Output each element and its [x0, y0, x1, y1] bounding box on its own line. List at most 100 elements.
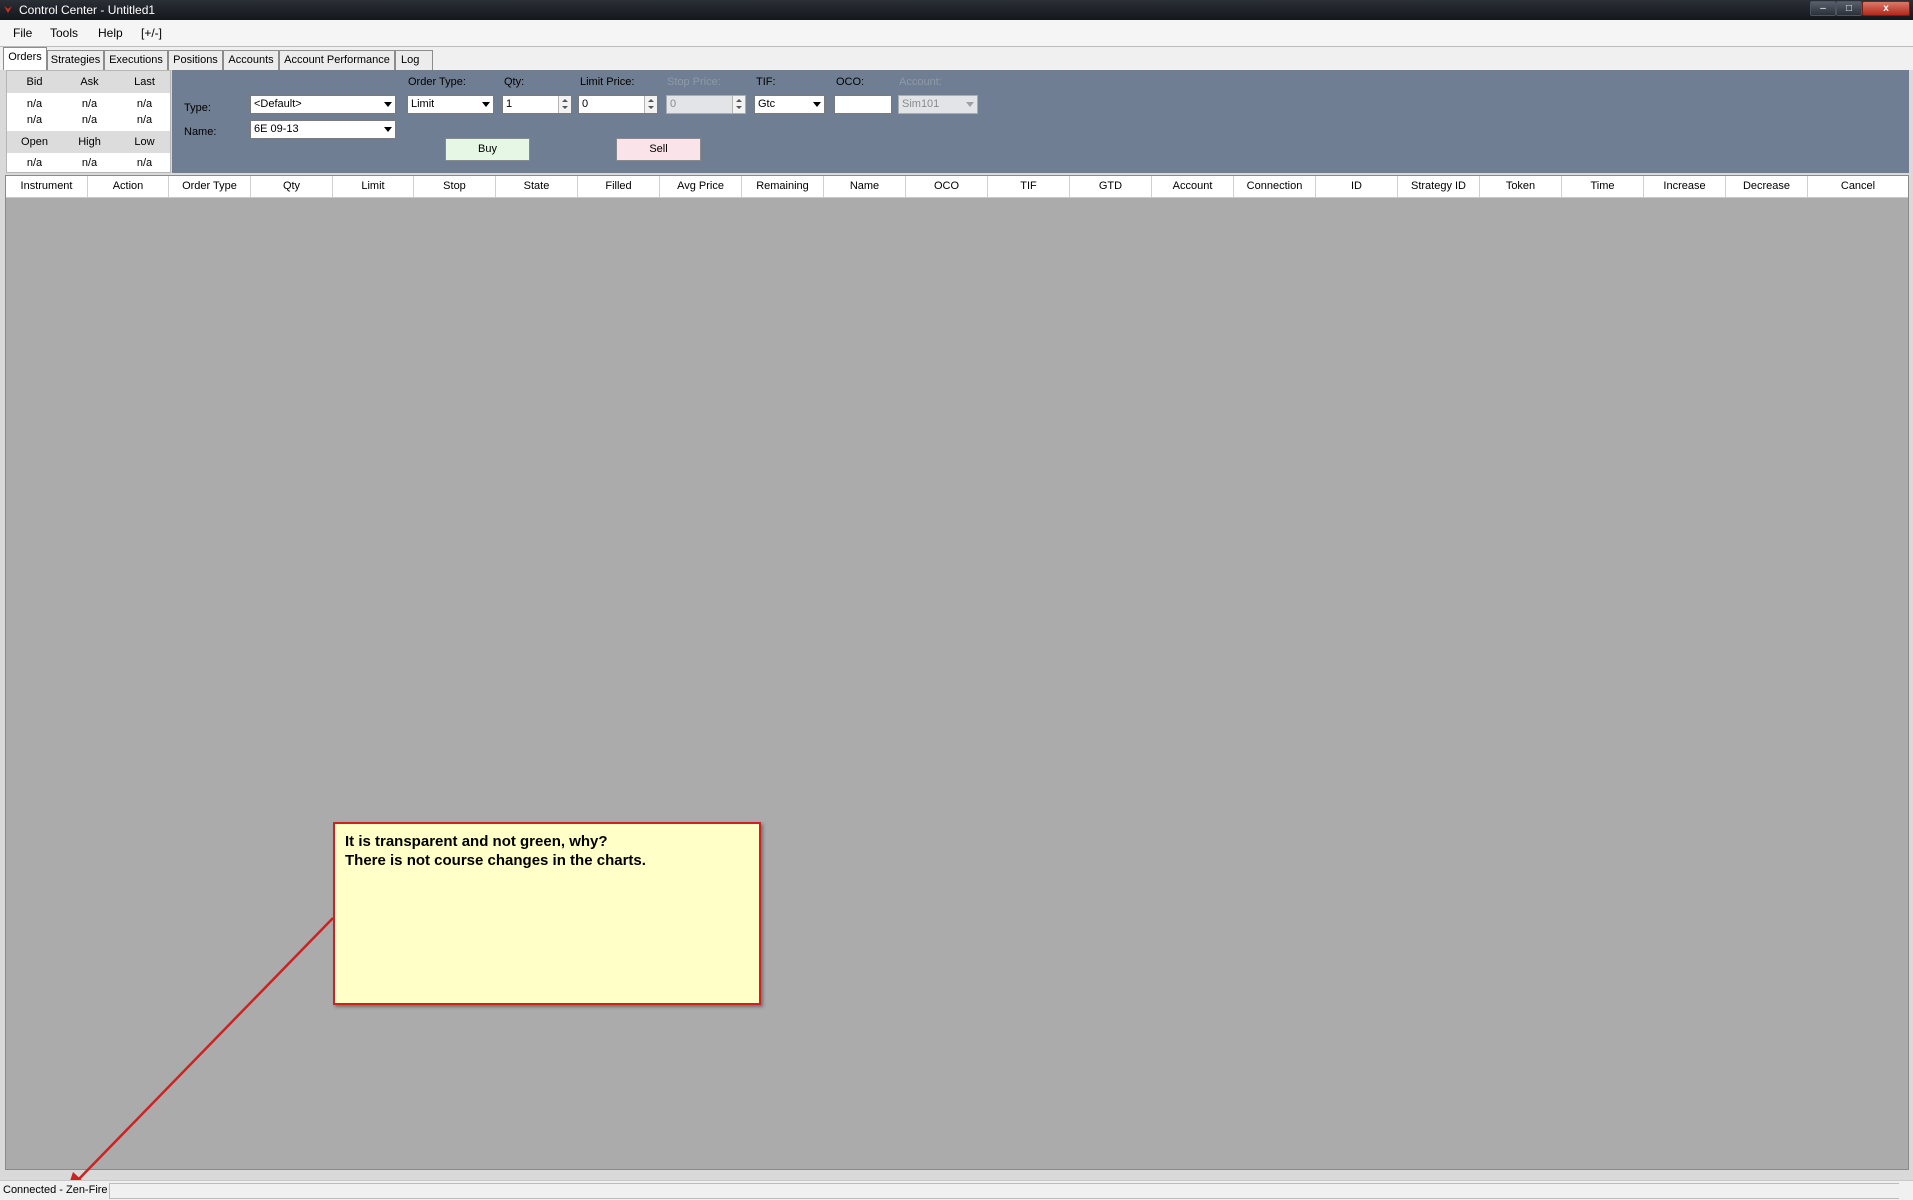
stop-price-stepper: 0	[666, 95, 746, 114]
type-select[interactable]: <Default>	[250, 95, 396, 114]
column-header-stop[interactable]: Stop	[414, 176, 496, 197]
tab-log[interactable]: Log	[395, 50, 433, 70]
chevron-down-icon	[384, 102, 392, 107]
title-bar: Control Center - Untitled1 – □ x	[0, 0, 1913, 20]
stop-price-spin-buttons	[732, 96, 745, 113]
limit-price-value: 0	[582, 98, 589, 110]
oco-input[interactable]	[834, 95, 892, 114]
account-select: Sim101	[898, 95, 978, 114]
type-select-value: <Default>	[254, 98, 302, 110]
column-header-cancel[interactable]: Cancel	[1808, 176, 1908, 197]
chevron-down-icon	[384, 127, 392, 132]
annotation-line-1: It is transparent and not green, why?	[345, 833, 608, 850]
menu-toggle[interactable]: [+/-]	[141, 26, 162, 40]
close-button[interactable]: x	[1862, 1, 1910, 16]
order-type-select[interactable]: Limit	[407, 95, 494, 114]
column-header-qty[interactable]: Qty	[251, 176, 333, 197]
name-label: Name:	[184, 126, 217, 138]
order-entry-panel: Type: <Default> Name: 6E 09-13 Order Typ…	[172, 70, 1909, 173]
menu-help[interactable]: Help	[98, 26, 123, 40]
app-logo-icon	[4, 6, 12, 13]
annotation-callout: It is transparent and not green, why? Th…	[333, 822, 761, 1005]
tab-account-performance[interactable]: Account Performance	[279, 50, 395, 70]
status-bar: Connected - Zen-Fire	[0, 1180, 1913, 1200]
column-header-state[interactable]: State	[496, 176, 578, 197]
connection-status: Connected - Zen-Fire	[3, 1184, 108, 1196]
qty-label: Qty:	[504, 76, 525, 88]
stop-price-label: Stop Price:	[667, 76, 721, 88]
tif-select[interactable]: Gtc	[754, 95, 825, 114]
column-header-instrument[interactable]: Instrument	[6, 176, 88, 197]
qty-spin-buttons[interactable]	[558, 96, 571, 113]
quote-header-last: Last	[134, 76, 155, 88]
column-header-strategy-id[interactable]: Strategy ID	[1398, 176, 1480, 197]
order-type-select-value: Limit	[411, 98, 435, 110]
column-header-account[interactable]: Account	[1152, 176, 1234, 197]
column-header-name[interactable]: Name	[824, 176, 906, 197]
name-select[interactable]: 6E 09-13	[250, 120, 396, 139]
quote-bid-value: n/a	[26, 98, 43, 110]
column-header-oco[interactable]: OCO	[906, 176, 988, 197]
quote-header-open: Open	[21, 136, 48, 148]
tab-strip: Orders Strategies Executions Positions A…	[0, 47, 1913, 70]
menu-tools[interactable]: Tools	[50, 26, 78, 40]
type-label: Type:	[184, 102, 211, 114]
column-header-increase[interactable]: Increase	[1644, 176, 1726, 197]
limit-price-stepper[interactable]: 0	[578, 95, 658, 114]
column-header-tif[interactable]: TIF	[988, 176, 1070, 197]
column-header-decrease[interactable]: Decrease	[1726, 176, 1808, 197]
tab-positions[interactable]: Positions	[168, 50, 223, 70]
column-header-remaining[interactable]: Remaining	[742, 176, 824, 197]
stop-price-value: 0	[670, 98, 677, 110]
column-header-connection[interactable]: Connection	[1234, 176, 1316, 197]
tab-orders[interactable]: Orders	[3, 47, 47, 70]
column-header-token[interactable]: Token	[1480, 176, 1562, 197]
buy-button[interactable]: Buy	[445, 138, 530, 161]
name-select-value: 6E 09-13	[254, 123, 299, 135]
minimize-button[interactable]: –	[1810, 1, 1836, 16]
order-type-label: Order Type:	[408, 76, 466, 88]
orders-grid[interactable]: Instrument Action Order Type Qty Limit S…	[5, 175, 1909, 1170]
tab-accounts[interactable]: Accounts	[223, 50, 279, 70]
tab-executions[interactable]: Executions	[104, 50, 168, 70]
quote-ask-value: n/a	[81, 98, 98, 110]
column-header-time[interactable]: Time	[1562, 176, 1644, 197]
market-quote-box: Bid Ask Last n/a n/a n/a n/a n/a n/a Ope…	[6, 70, 171, 173]
limit-price-spin-buttons[interactable]	[644, 96, 657, 113]
menu-file[interactable]: File	[13, 26, 32, 40]
quote-high-value: n/a	[81, 157, 98, 169]
chevron-down-icon	[966, 102, 974, 107]
chevron-down-icon	[482, 102, 490, 107]
quote-low-value: n/a	[136, 157, 153, 169]
tif-select-value: Gtc	[758, 98, 776, 110]
menu-bar: File Tools Help [+/-]	[0, 20, 1913, 47]
quote-open-value: n/a	[26, 157, 43, 169]
qty-stepper-value: 1	[506, 98, 513, 110]
account-label: Account:	[899, 76, 942, 88]
status-bar-panel	[109, 1183, 1899, 1199]
maximize-button[interactable]: □	[1836, 1, 1862, 16]
column-header-order-type[interactable]: Order Type	[169, 176, 251, 197]
column-header-avg-price[interactable]: Avg Price	[660, 176, 742, 197]
quote-last-size: n/a	[136, 114, 153, 126]
quote-header-ask: Ask	[80, 76, 99, 88]
orders-grid-header: Instrument Action Order Type Qty Limit S…	[6, 176, 1908, 198]
quote-header-low: Low	[134, 136, 155, 148]
quote-ask-size: n/a	[81, 114, 98, 126]
limit-price-label: Limit Price:	[580, 76, 635, 88]
annotation-line-2: There is not course changes in the chart…	[345, 852, 646, 869]
column-header-action[interactable]: Action	[88, 176, 169, 197]
account-select-value: Sim101	[902, 98, 940, 110]
column-header-id[interactable]: ID	[1316, 176, 1398, 197]
chevron-down-icon	[813, 102, 821, 107]
column-header-gtd[interactable]: GTD	[1070, 176, 1152, 197]
sell-button[interactable]: Sell	[616, 138, 701, 161]
quote-header-high: High	[78, 136, 101, 148]
quote-header-row: Bid Ask Last	[7, 71, 170, 93]
column-header-limit[interactable]: Limit	[333, 176, 414, 197]
qty-stepper[interactable]: 1	[502, 95, 572, 114]
quote-header-row-2: Open High Low	[7, 131, 170, 153]
column-header-filled[interactable]: Filled	[578, 176, 660, 197]
quote-bid-size: n/a	[26, 114, 43, 126]
tab-strategies[interactable]: Strategies	[47, 50, 104, 70]
